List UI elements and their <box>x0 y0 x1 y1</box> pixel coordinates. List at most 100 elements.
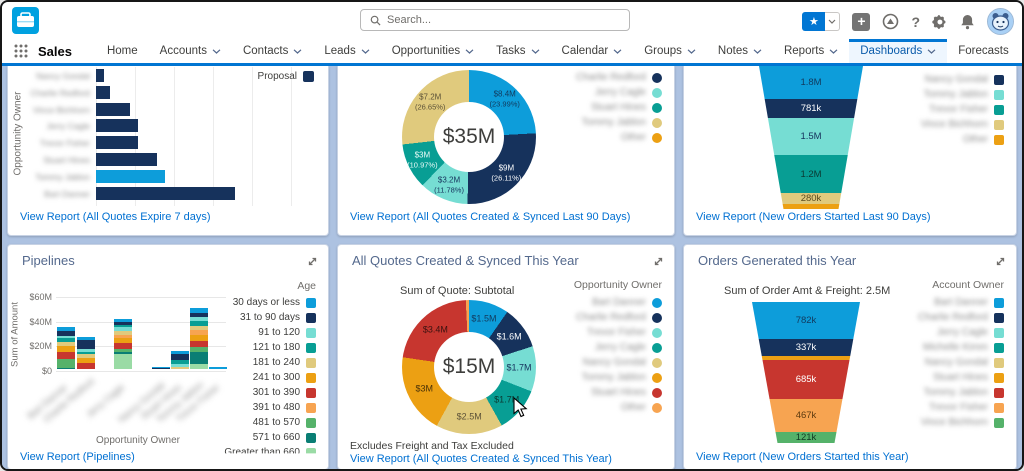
legend-item[interactable]: Tommy Jablon <box>924 89 1004 100</box>
tab-reports[interactable]: Reports <box>773 39 849 63</box>
legend-item[interactable]: Vince Bichhorn <box>921 119 1004 130</box>
tab-groups[interactable]: Groups <box>633 39 707 63</box>
legend-item[interactable]: Michelle Kimm <box>923 342 1004 353</box>
bar[interactable] <box>96 69 104 82</box>
legend-item[interactable]: Tommy Jablon <box>924 387 1004 398</box>
stacked-bar[interactable] <box>114 319 132 369</box>
favorites-star-button[interactable]: ★ <box>802 12 825 31</box>
bar[interactable] <box>96 187 235 200</box>
guidance-center-button[interactable] <box>882 13 899 30</box>
legend-item[interactable]: Tommy Jablon <box>582 117 662 128</box>
funnel-segment[interactable] <box>752 356 860 360</box>
tab-contacts[interactable]: Contacts <box>232 39 313 63</box>
bar[interactable] <box>96 86 110 99</box>
stacked-bar[interactable] <box>190 308 208 370</box>
y-tick-label: $60M <box>18 292 52 302</box>
legend-item[interactable]: 121 to 180 <box>253 342 316 353</box>
legend-item[interactable]: 301 to 390 <box>253 387 316 398</box>
legend-item[interactable]: Other <box>621 402 662 413</box>
tab-home[interactable]: Home <box>96 39 149 63</box>
legend-item[interactable]: Trevor Fisher <box>929 104 1004 115</box>
bar[interactable] <box>96 170 165 183</box>
legend-item[interactable]: Jerry Cagle <box>937 327 1004 338</box>
avatar[interactable] <box>987 8 1014 35</box>
view-report-link[interactable]: View Report (New Orders Started Last 90 … <box>696 211 931 223</box>
funnel-segment[interactable] <box>759 204 863 209</box>
stacked-bar[interactable] <box>152 367 170 369</box>
favorites-caret-button[interactable] <box>825 12 840 31</box>
help-button[interactable]: ? <box>911 14 920 30</box>
legend-item[interactable]: Nancy Gondal <box>925 74 1004 85</box>
legend-item[interactable]: Trevor Fisher <box>587 327 662 338</box>
legend-item[interactable]: Stuart Hines <box>591 102 662 113</box>
legend-item[interactable]: Charlie Redford <box>576 72 662 83</box>
funnel-segment[interactable]: 467k <box>752 399 860 432</box>
legend-item[interactable]: 391 to 480 <box>253 402 316 413</box>
legend-item[interactable]: 481 to 570 <box>253 417 316 428</box>
tab-dashboards[interactable]: Dashboards <box>849 39 947 63</box>
funnel-segment[interactable]: 1.2M <box>759 155 863 193</box>
legend-item[interactable]: Charlie Redford <box>918 312 1004 323</box>
view-report-link[interactable]: View Report (All Quotes Created & Synced… <box>350 211 630 223</box>
notifications-button[interactable] <box>960 14 975 30</box>
stacked-bar-segment <box>171 367 189 369</box>
legend-item[interactable]: 31 to 90 days <box>240 312 316 323</box>
funnel-segment[interactable]: 1.8M <box>759 66 863 99</box>
tab-tasks[interactable]: Tasks <box>485 39 550 63</box>
legend-item-label: Vince Bichhorn <box>921 417 988 428</box>
legend-item[interactable]: Bart Danner <box>592 297 662 308</box>
tab-opportunities[interactable]: Opportunities <box>381 39 485 63</box>
funnel-segment[interactable]: 685k <box>752 360 860 399</box>
salesforce-logo[interactable] <box>12 7 39 34</box>
bar[interactable] <box>96 153 157 166</box>
setup-button[interactable] <box>932 14 948 30</box>
funnel-segment[interactable]: 1.5M <box>759 118 863 155</box>
tab-leads[interactable]: Leads <box>313 39 380 63</box>
legend-item[interactable]: Charlie Redford <box>576 312 662 323</box>
stacked-bar[interactable] <box>57 327 75 369</box>
legend-item[interactable]: Bart Danner <box>934 297 1004 308</box>
stacked-bar[interactable] <box>209 367 227 369</box>
legend-item[interactable]: Other <box>621 132 662 143</box>
stacked-bar-segment <box>57 352 75 359</box>
stacked-bar[interactable] <box>171 351 189 369</box>
tab-files[interactable]: Files <box>1020 39 1024 63</box>
bar[interactable] <box>96 136 138 149</box>
legend-item[interactable]: 181 to 240 <box>253 357 316 368</box>
legend-item[interactable]: 91 to 120 <box>258 327 316 338</box>
legend-item[interactable]: Stuart Hines <box>591 387 662 398</box>
legend-item[interactable]: 30 days or less <box>233 297 316 308</box>
tab-notes[interactable]: Notes <box>707 39 773 63</box>
funnel-segment[interactable]: 121k <box>752 432 860 443</box>
tab-accounts[interactable]: Accounts <box>149 39 232 63</box>
legend-item[interactable]: Nancy Gondal <box>583 357 662 368</box>
legend-item[interactable]: Vince Bichhorn <box>921 417 1004 428</box>
view-report-link[interactable]: View Report (All Quotes Created & Synced… <box>350 453 612 465</box>
legend-item[interactable]: Nancy Gondal <box>925 357 1004 368</box>
legend-item[interactable]: 571 to 660 <box>253 432 316 443</box>
app-launcher-button[interactable] <box>14 44 28 58</box>
funnel-segment[interactable]: 337k <box>752 339 860 356</box>
legend-item[interactable]: Tommy Jablon <box>582 372 662 383</box>
legend-item[interactable]: Jerry Cagle <box>595 87 662 98</box>
view-report-link[interactable]: View Report (Pipelines) <box>20 451 135 463</box>
bar[interactable] <box>96 103 130 116</box>
global-search-input[interactable]: Search... <box>360 9 630 31</box>
global-actions-button[interactable]: + <box>852 13 870 31</box>
view-report-link[interactable]: View Report (All Quotes Expire 7 days) <box>20 211 211 223</box>
view-report-link[interactable]: View Report (New Orders Started this Yea… <box>696 451 909 463</box>
funnel-segment[interactable]: 280k <box>759 193 863 204</box>
funnel-segment[interactable]: 781k <box>759 99 863 118</box>
bar[interactable] <box>96 119 138 132</box>
tab-forecasts[interactable]: Forecasts <box>947 39 1020 63</box>
legend-item[interactable]: Stuart Hines <box>933 372 1004 383</box>
legend-item[interactable]: Trevor Fisher <box>929 402 1004 413</box>
chevron-down-icon <box>465 49 474 54</box>
legend-item[interactable]: Greater than 660 <box>224 447 316 458</box>
funnel-segment[interactable]: 782k <box>752 302 860 339</box>
legend-item[interactable]: 241 to 300 <box>253 372 316 383</box>
stacked-bar[interactable] <box>77 337 95 369</box>
tab-calendar[interactable]: Calendar <box>551 39 634 63</box>
legend-item[interactable]: Jerry Cagle <box>595 342 662 353</box>
legend-item[interactable]: Other <box>963 134 1004 145</box>
